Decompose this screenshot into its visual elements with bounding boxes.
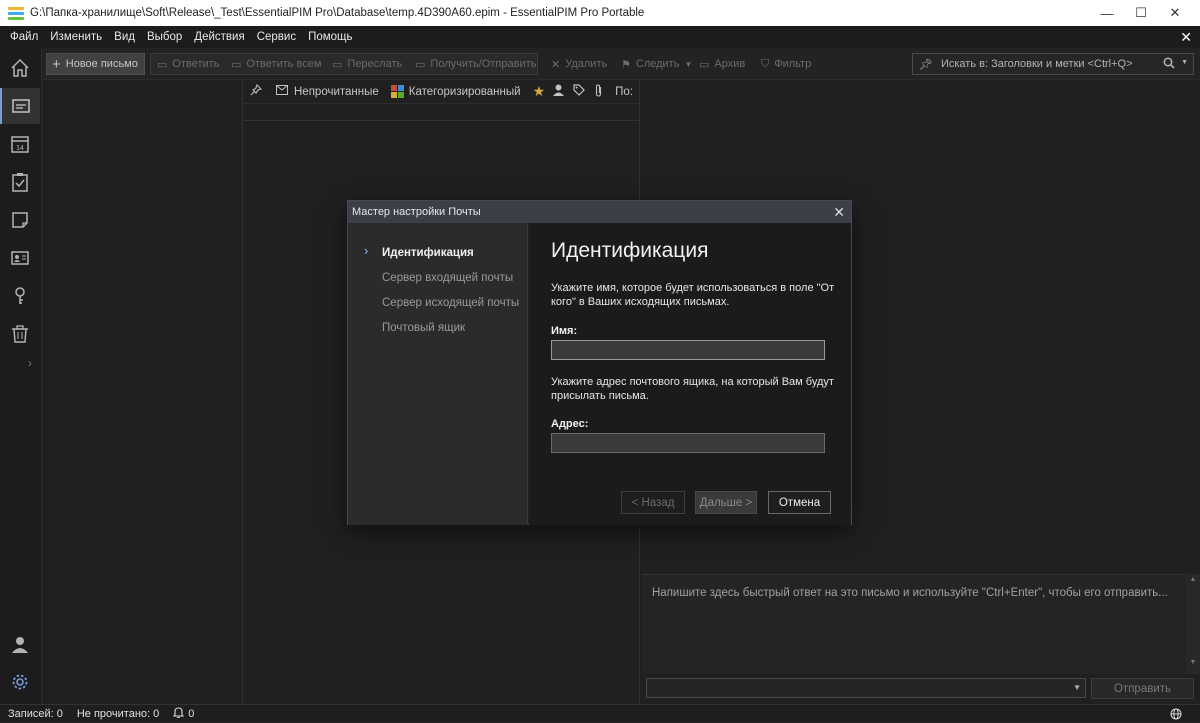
status-bar: Записей: 0 Не прочитано: 0 0	[0, 704, 1200, 722]
menu-actions[interactable]: Действия	[188, 31, 250, 43]
menu-help[interactable]: Помощь	[302, 31, 358, 43]
app-icon	[8, 5, 24, 21]
menu-select[interactable]: Выбор	[141, 31, 188, 43]
window-titlebar: G:\Папка-хранилище\Soft\Release\_Test\Es…	[0, 0, 1200, 26]
address-description: Укажите адрес почтового ящика, на которы…	[551, 376, 834, 402]
back-button[interactable]: < Назад	[621, 491, 685, 514]
dialog-title: Мастер настройки Почты	[352, 206, 481, 218]
menu-tools[interactable]: Сервис	[251, 31, 302, 43]
dialog-titlebar: Мастер настройки Почты	[348, 201, 851, 223]
wizard-steps: › Идентификация Сервер входящей почты Се…	[348, 223, 528, 525]
maximize-icon: ☐	[1135, 5, 1147, 20]
menu-file[interactable]: Файл	[4, 31, 44, 43]
mail-setup-wizard-dialog: Мастер настройки Почты ✕ › Идентификация…	[347, 200, 852, 525]
reminders-count: 0	[188, 707, 195, 720]
close-icon: ✕	[1169, 5, 1181, 20]
name-input[interactable]	[551, 340, 825, 360]
address-label: Адрес:	[551, 418, 589, 430]
menu-edit[interactable]: Изменить	[44, 31, 108, 43]
minimize-icon: —	[1100, 5, 1114, 21]
step-heading: Идентификация	[551, 239, 709, 262]
dialog-close-icon[interactable]: ✕	[833, 204, 845, 221]
bell-icon[interactable]	[172, 706, 185, 721]
menu-bar: Файл Изменить Вид Выбор Действия Сервис …	[0, 26, 1200, 48]
cancel-button[interactable]: Отмена	[768, 491, 831, 514]
current-step-chevron-icon: ›	[364, 243, 369, 258]
records-count: Записей: 0	[8, 707, 63, 720]
wizard-content: Идентификация Укажите имя, которое будет…	[529, 223, 851, 525]
step-incoming-server[interactable]: Сервер входящей почты	[382, 272, 513, 284]
step-outgoing-server[interactable]: Сервер исходящей почты	[382, 297, 519, 309]
name-description: Укажите имя, которое будет использоватьс…	[551, 282, 835, 308]
step-identification[interactable]: Идентификация	[382, 247, 474, 259]
unread-count: Не прочитано: 0	[76, 707, 160, 720]
address-input[interactable]	[551, 433, 825, 453]
close-window-button[interactable]: ✕	[1152, 0, 1198, 26]
globe-icon[interactable]	[1170, 708, 1182, 723]
name-label: Имя:	[551, 325, 578, 337]
step-mailbox[interactable]: Почтовый ящик	[382, 322, 465, 334]
close-tab-icon[interactable]: ✕	[1180, 29, 1192, 46]
menu-view[interactable]: Вид	[108, 31, 141, 43]
next-button[interactable]: Дальше >	[695, 491, 757, 514]
window-title: G:\Папка-хранилище\Soft\Release\_Test\Es…	[30, 7, 645, 19]
